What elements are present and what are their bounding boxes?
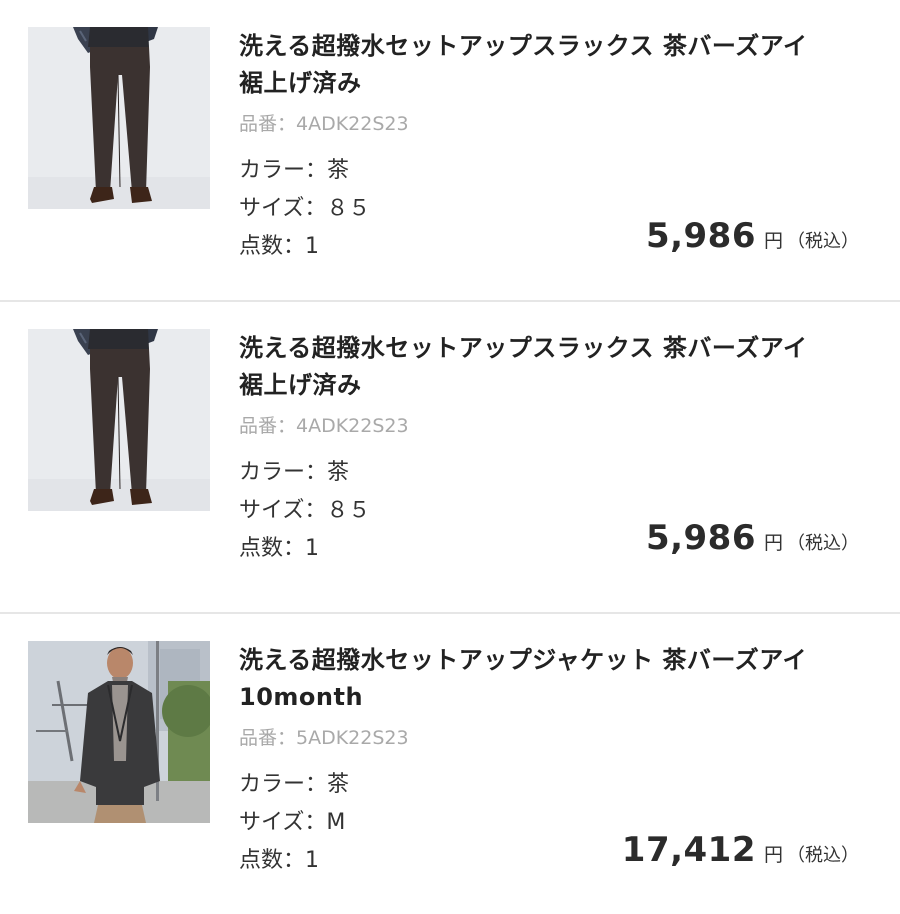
- tax-label: （税込）: [787, 845, 859, 866]
- product-code: 品番：4ADK22S23: [239, 415, 409, 437]
- order-item[interactable]: 洗える超撥水セットアップジャケット 茶バーズアイ 10month 品番：5ADK…: [0, 614, 900, 914]
- product-color: カラー：茶: [239, 158, 350, 183]
- product-title-line2[interactable]: 裾上げ済み: [239, 367, 879, 404]
- price-currency: 円: [763, 230, 783, 252]
- order-item[interactable]: 洗える超撥水セットアップスラックス 茶バーズアイ 裾上げ済み 品番：4ADK22…: [0, 302, 900, 602]
- product-code: 品番：4ADK22S23: [239, 113, 409, 135]
- price-currency: 円: [763, 844, 783, 866]
- product-title-line2[interactable]: 10month: [239, 679, 879, 716]
- price-amount: 5,986: [645, 216, 756, 256]
- product-info: 洗える超撥水セットアップスラックス 茶バーズアイ 裾上げ済み 品番：4ADK22…: [239, 330, 879, 568]
- trousers-photo[interactable]: [28, 27, 210, 209]
- price-currency: 円: [763, 532, 783, 554]
- trousers-photo[interactable]: [28, 329, 210, 511]
- jacket-photo[interactable]: [28, 641, 210, 823]
- product-info: 洗える超撥水セットアップスラックス 茶バーズアイ 裾上げ済み 品番：4ADK22…: [239, 28, 879, 266]
- price-amount: 17,412: [621, 830, 756, 870]
- qty-price-row: 点数：1 5,986 円（税込）: [239, 216, 879, 266]
- product-title-line1[interactable]: 洗える超撥水セットアップジャケット 茶バーズアイ: [239, 642, 879, 679]
- price-block: 5,986 円（税込）: [646, 518, 859, 558]
- product-code: 品番：5ADK22S23: [239, 727, 409, 749]
- price-amount: 5,986: [645, 518, 756, 558]
- product-title-line2[interactable]: 裾上げ済み: [239, 65, 879, 102]
- order-item[interactable]: 洗える超撥水セットアップスラックス 茶バーズアイ 裾上げ済み 品番：4ADK22…: [0, 0, 900, 300]
- qty-price-row: 点数：1 17,412 円（税込）: [239, 830, 879, 880]
- tax-label: （税込）: [787, 533, 859, 554]
- tax-label: （税込）: [787, 231, 859, 252]
- price-block: 17,412 円（税込）: [622, 830, 859, 870]
- product-title-line1[interactable]: 洗える超撥水セットアップスラックス 茶バーズアイ: [239, 28, 879, 65]
- order-item-list: 洗える超撥水セットアップスラックス 茶バーズアイ 裾上げ済み 品番：4ADK22…: [0, 0, 900, 900]
- product-info: 洗える超撥水セットアップジャケット 茶バーズアイ 10month 品番：5ADK…: [239, 642, 879, 880]
- product-color: カラー：茶: [239, 460, 350, 485]
- product-title-line1[interactable]: 洗える超撥水セットアップスラックス 茶バーズアイ: [239, 330, 879, 367]
- qty-price-row: 点数：1 5,986 円（税込）: [239, 518, 879, 568]
- price-block: 5,986 円（税込）: [646, 216, 859, 256]
- product-color: カラー：茶: [239, 772, 350, 797]
